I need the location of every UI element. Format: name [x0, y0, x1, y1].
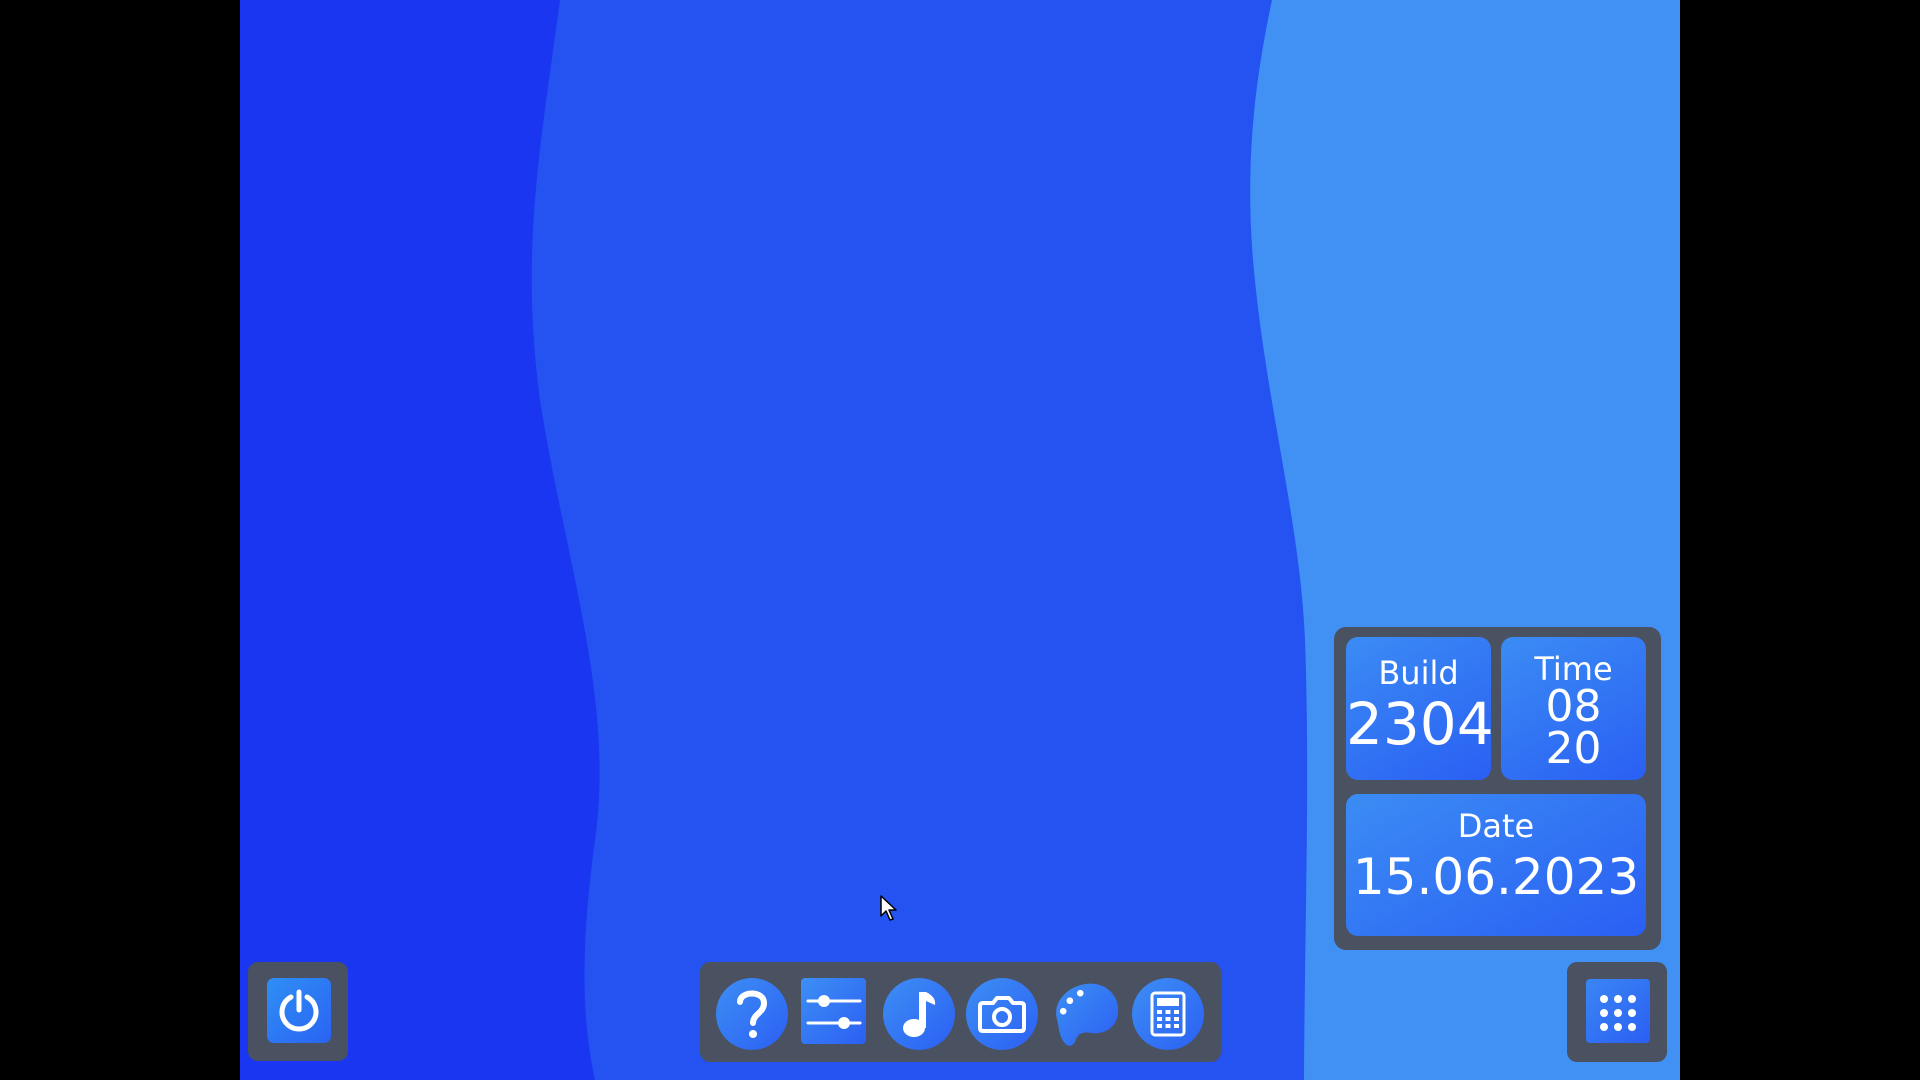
- camera-icon: [978, 996, 1026, 1033]
- app-dock: [700, 962, 1221, 1062]
- date-label: Date: [1457, 807, 1535, 845]
- power-panel: [248, 962, 348, 1061]
- app-grid-button[interactable]: [1586, 979, 1650, 1043]
- help-icon: [737, 990, 768, 1038]
- build-tile: Build 2304: [1346, 637, 1494, 780]
- time-minutes: 20: [1545, 723, 1602, 774]
- desktop: Build 2304 Time 08 20 Date 15.06.2023: [240, 0, 1680, 1080]
- app-grid-icon: [1600, 995, 1636, 1031]
- build-number: 2304: [1346, 690, 1494, 758]
- calculator-icon: [1150, 991, 1186, 1037]
- time-tile: Time 08 20: [1501, 637, 1646, 780]
- help-button[interactable]: [716, 978, 788, 1050]
- power-button[interactable]: [267, 978, 331, 1043]
- paint-palette-icon: [1056, 983, 1119, 1046]
- build-label: Build: [1378, 654, 1459, 692]
- settings-button[interactable]: [801, 978, 866, 1044]
- music-note-icon: [903, 992, 936, 1037]
- sliders-icon: [806, 995, 861, 1029]
- music-button[interactable]: [883, 978, 955, 1050]
- calculator-button[interactable]: [1132, 978, 1204, 1050]
- date-tile: Date 15.06.2023: [1346, 794, 1646, 936]
- mouse-pointer-icon: [880, 895, 897, 921]
- apps-panel: [1567, 962, 1667, 1062]
- paint-button[interactable]: [1049, 978, 1121, 1050]
- info-widget: Build 2304 Time 08 20 Date 15.06.2023: [1334, 627, 1661, 950]
- date-value: 15.06.2023: [1352, 848, 1640, 906]
- camera-button[interactable]: [966, 978, 1038, 1050]
- power-icon: [279, 989, 319, 1031]
